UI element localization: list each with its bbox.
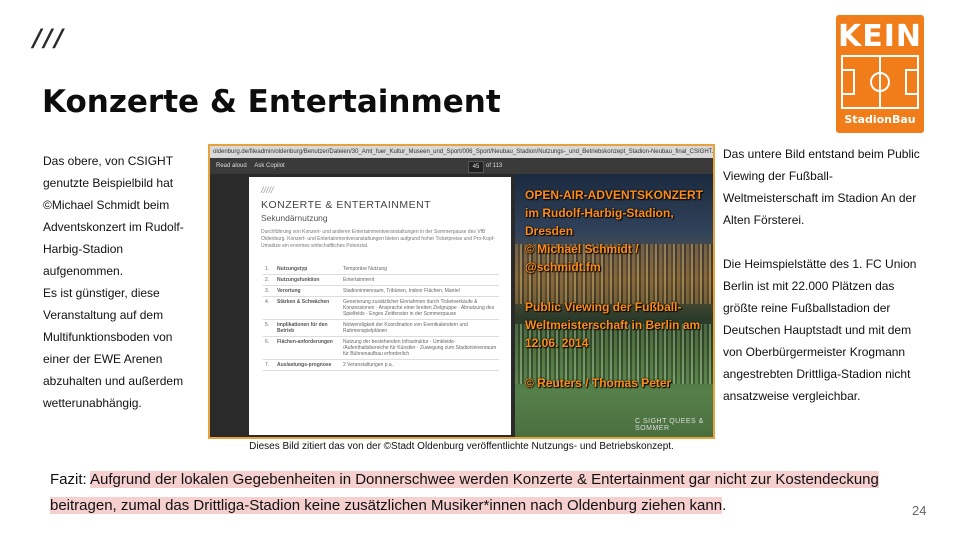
left-paragraph-1: Das obere, von CSIGHT genutzte Beispielb… [43,154,184,278]
conclusion-end: . [722,497,727,514]
photo-caption: OPEN-AIR-ADVENTSKONZERT im Rudolf-Harbig… [525,186,710,392]
row-key: Auslastungs-prognose [275,359,341,371]
table-row: 4. Stärken & Schwächen Generierung zusätzl… [263,296,499,320]
row-number: 4. [263,296,275,320]
conclusion-label: Fazit: [50,471,91,488]
table-row: 7. Auslastungs-prognose 2 Veranstaltungen … [263,359,499,371]
logo-text-kein: KEIN [837,19,922,54]
row-number: 1. [263,264,275,275]
conclusion-highlight: Aufgrund der lokalen Gegebenheiten in Do… [50,471,879,514]
table-row: 3. Verortung Stadioninnenraum, Tribünen, I… [263,285,499,297]
pdf-page-number: 45 [468,161,484,173]
table-row: 1. Nutzungstyp Temporäre Nutzung [263,264,499,275]
pdf-subheading: Sekundärnutzung [261,213,328,223]
row-value: 2 Veranstaltungen p.a. [341,359,499,371]
read-aloud-label: Read aloud [216,163,247,169]
row-value: Notwendigkeit der Koordination von Event… [341,319,499,337]
row-key: Verortung [275,285,341,297]
photo-caption-line: OPEN-AIR-ADVENTSKONZERT im Rudolf-Harbig… [525,188,704,238]
table-row: 5. Implikationen für den Betrieb Notwendig… [263,319,499,337]
screenshot-caption: Dieses Bild zitiert das von der ©Stadt O… [249,441,674,452]
table-row: 6. Flächen-anforderungen Nutzung der beste… [263,336,499,360]
logo-text-stadionbau: StadionBau [844,113,916,126]
right-description: Das untere Bild entstand beim Public Vie… [723,143,923,407]
right-paragraph-1: Das untere Bild entstand beim Public Vie… [723,147,920,227]
pdf-page-marks: ///// [261,185,274,195]
pdf-table: 1. Nutzungstyp Temporäre Nutzung 2. Nutzung… [263,264,499,371]
row-value: Stadioninnenraum, Tribünen, Indoor Fläch… [341,285,499,297]
row-number: 3. [263,285,275,297]
left-description: Das obere, von CSIGHT genutzte Beispielb… [43,150,193,414]
photo-caption-line: Public Viewing der Fußball-Weltmeistersc… [525,300,701,350]
pdf-toolbar: Read aloud Ask Copilot 45 of 113 [210,158,713,174]
pdf-heading: KONZERTE & ENTERTAINMENT [261,199,432,211]
photo-caption-line: © Reuters / Thomas Peter [525,376,672,390]
right-paragraph-2: Die Heimspielstätte des 1. FC Union Berl… [723,257,917,403]
row-key: Nutzungsfunktion [275,274,341,286]
row-key: Stärken & Schwächen [275,296,341,320]
row-number: 2. [263,274,275,286]
pdf-intro-text: Durchführung von Konzert- und anderen En… [261,229,495,249]
conclusion: Fazit: Aufgrund der lokalen Gegebenheite… [50,467,910,519]
browser-url-bar: oldenburg.de/fileadmin/oldenburg/Benutze… [210,146,713,158]
row-number: 6. [263,336,275,360]
pdf-page-count: of 113 [486,163,503,169]
table-row: 2. Nutzungsfunktion Entertainment [263,274,499,286]
row-number: 5. [263,319,275,337]
photo-watermark: C SIGHT QUEES & SOMMER [635,418,704,432]
page-title: Konzerte & Entertainment [42,84,501,120]
pdf-page: ///// KONZERTE & ENTERTAINMENT Sekundärn… [249,177,511,435]
stadium-photo: OPEN-AIR-ADVENTSKONZERT im Rudolf-Harbig… [515,174,713,437]
row-key: Flächen-anforderungen [275,336,341,360]
row-value: Nutzung der bestehenden Infrastruktur · … [341,336,499,360]
row-key: Nutzungstyp [275,264,341,275]
page-number: 24 [912,503,927,518]
row-value: Generierung zusätzlicher Einnahmen durch… [341,296,499,320]
embedded-pdf-screenshot: oldenburg.de/fileadmin/oldenburg/Benutze… [208,144,715,439]
ask-copilot-label: Ask Copilot [254,163,285,169]
decorative-slashes: /// [33,24,66,52]
row-value: Temporäre Nutzung [341,264,499,275]
row-key: Implikationen für den Betrieb [275,319,341,337]
photo-caption-line: © Michael Schmidt / @schmidt.fm [525,242,639,274]
football-pitch-icon [841,55,919,109]
row-number: 7. [263,359,275,371]
row-value: Entertainment [341,274,499,286]
left-paragraph-2: Es ist günstiger, diese Veranstaltung au… [43,286,184,410]
kein-stadionbau-logo: KEIN StadionBau [836,15,924,133]
